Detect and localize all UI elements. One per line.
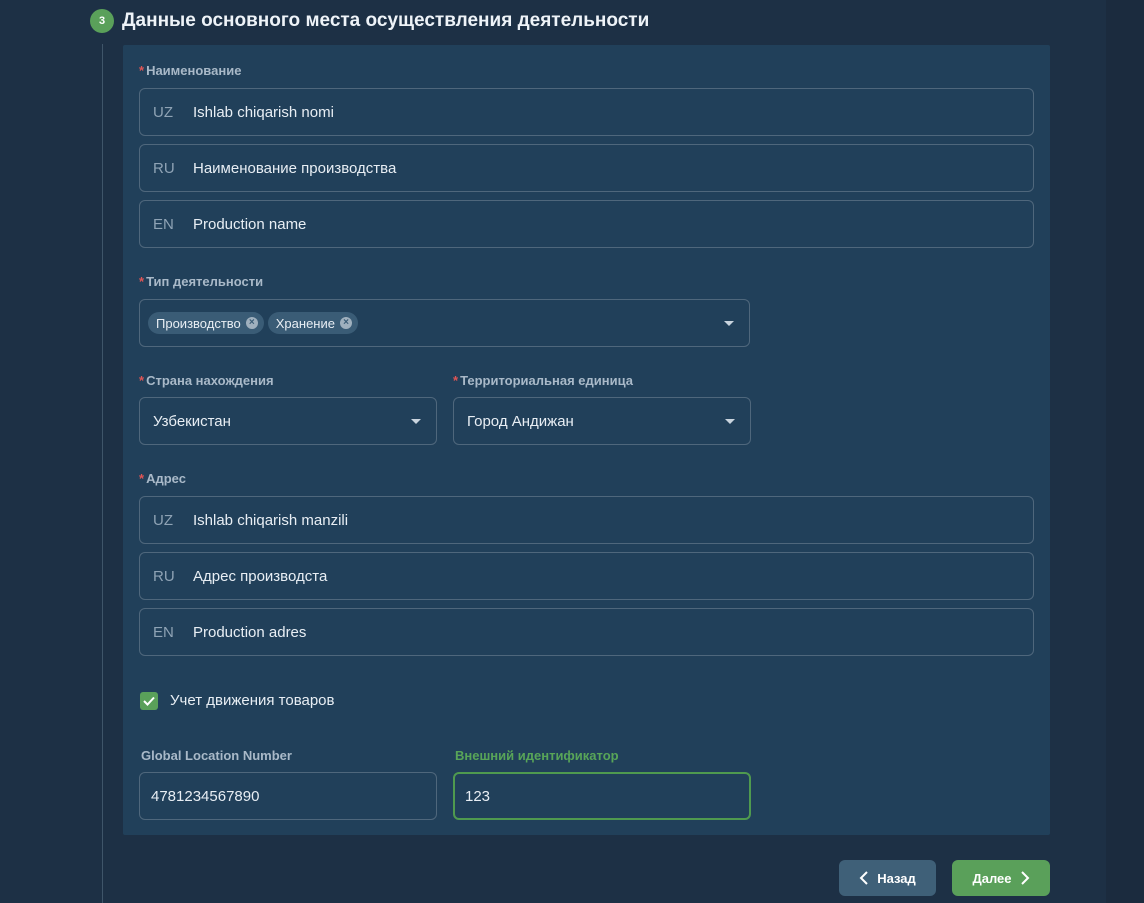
chevron-left-icon bbox=[859, 871, 868, 885]
territory-value: Город Андижан bbox=[467, 412, 574, 430]
chevron-down-icon[interactable] bbox=[725, 419, 735, 424]
address-ru-value: Адрес производста bbox=[193, 567, 328, 585]
name-uz-value: Ishlab chiqarish nomi bbox=[193, 103, 334, 121]
address-uz-input[interactable]: UZ Ishlab chiqarish manzili bbox=[139, 496, 1034, 544]
lang-prefix: RU bbox=[153, 567, 175, 585]
step-title: Данные основного места осуществления дея… bbox=[122, 10, 650, 31]
name-uz-input[interactable]: UZ Ishlab chiqarish nomi bbox=[139, 88, 1034, 136]
gln-input[interactable]: 4781234567890 bbox=[139, 772, 437, 820]
activity-type-select[interactable]: Производство × Хранение × bbox=[139, 299, 750, 347]
name-en-input[interactable]: EN Production name bbox=[139, 200, 1034, 248]
country-select[interactable]: Узбекистан bbox=[139, 397, 437, 445]
chevron-right-icon bbox=[1020, 871, 1029, 885]
chevron-down-icon[interactable] bbox=[411, 419, 421, 424]
address-en-input[interactable]: EN Production adres bbox=[139, 608, 1034, 656]
name-ru-input[interactable]: RU Наименование производства bbox=[139, 144, 1034, 192]
territory-label: * Территориальная единица bbox=[453, 373, 633, 388]
next-button[interactable]: Далее bbox=[952, 860, 1050, 896]
country-value: Узбекистан bbox=[153, 412, 231, 430]
address-en-value: Production adres bbox=[193, 623, 307, 641]
gln-label: Global Location Number bbox=[141, 748, 292, 763]
lang-prefix: UZ bbox=[153, 103, 173, 121]
lang-prefix: UZ bbox=[153, 511, 173, 529]
lang-prefix: RU bbox=[153, 159, 175, 177]
external-id-label: Внешний идентификатор bbox=[455, 748, 619, 763]
gln-value: 4781234567890 bbox=[151, 787, 260, 805]
required-mark: * bbox=[453, 373, 459, 388]
address-ru-input[interactable]: RU Адрес производста bbox=[139, 552, 1034, 600]
activity-type-label: * Тип деятельности bbox=[139, 274, 264, 289]
country-label: * Страна нахождения bbox=[139, 373, 274, 388]
name-en-value: Production name bbox=[193, 215, 307, 233]
lang-prefix: EN bbox=[153, 623, 174, 641]
checkmark-icon bbox=[143, 696, 155, 706]
required-mark: * bbox=[139, 373, 145, 388]
required-mark: * bbox=[139, 63, 145, 78]
back-button[interactable]: Назад bbox=[839, 860, 936, 896]
address-uz-value: Ishlab chiqarish manzili bbox=[193, 511, 349, 529]
name-label: * Наименование bbox=[139, 63, 242, 78]
required-mark: * bbox=[139, 471, 145, 486]
lang-prefix: EN bbox=[153, 215, 174, 233]
external-id-input[interactable]: 123 bbox=[453, 772, 751, 820]
goods-tracking-checkbox[interactable] bbox=[140, 692, 158, 710]
required-mark: * bbox=[139, 274, 145, 289]
step-connector-line bbox=[102, 44, 103, 903]
name-ru-value: Наименование производства bbox=[193, 159, 397, 177]
external-id-value: 123 bbox=[465, 787, 491, 805]
close-circle-icon[interactable]: × bbox=[245, 317, 258, 329]
chevron-down-icon[interactable] bbox=[724, 321, 734, 326]
goods-tracking-label: Учет движения товаров bbox=[170, 692, 335, 709]
back-button-label: Назад bbox=[877, 870, 916, 886]
next-button-label: Далее bbox=[972, 870, 1012, 886]
chip-production: Производство × bbox=[148, 312, 264, 334]
right-scroll-area bbox=[1106, 0, 1144, 903]
territory-select[interactable]: Город Андижан bbox=[453, 397, 751, 445]
step-number-badge: 3 bbox=[90, 9, 114, 33]
address-label: * Адрес bbox=[139, 471, 186, 486]
close-circle-icon[interactable]: × bbox=[339, 317, 352, 329]
chip-storage: Хранение × bbox=[267, 312, 358, 334]
